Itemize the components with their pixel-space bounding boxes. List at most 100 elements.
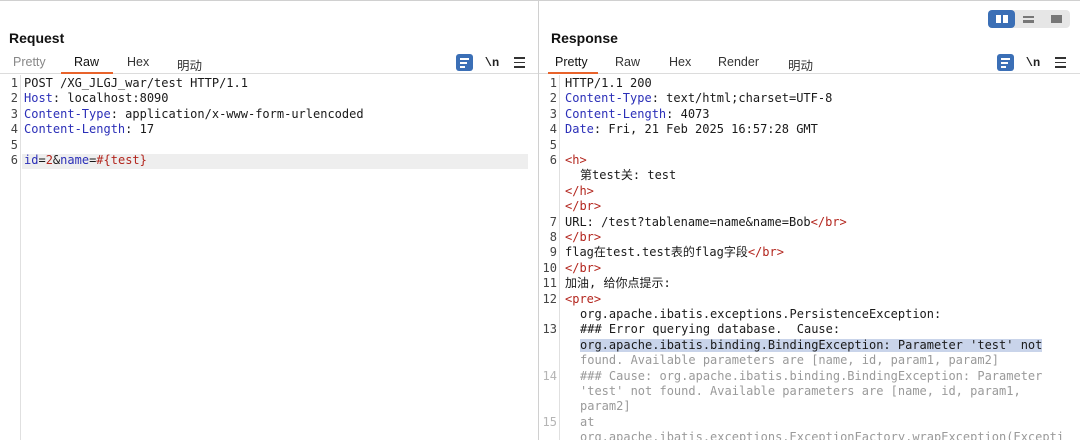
line-number: 12 bbox=[542, 291, 557, 306]
code-token: </br> bbox=[565, 230, 602, 244]
code-token: : Fri, 21 Feb 2025 16:57:28 GMT bbox=[593, 122, 818, 137]
line-number: 9 bbox=[549, 245, 557, 260]
code-line: org.apache.ibatis.exceptions.Persistence… bbox=[580, 307, 941, 322]
word-wrap-icon[interactable] bbox=[997, 54, 1014, 71]
code-token: found. Available parameters are [name, i… bbox=[580, 353, 1000, 368]
code-line: id=2&name=#{test} bbox=[24, 153, 147, 168]
line-number: 7 bbox=[549, 214, 557, 229]
active-tab-underline bbox=[548, 72, 598, 74]
code-line: </br> bbox=[565, 199, 601, 214]
code-token: flag在test.test表的flag字段 bbox=[565, 245, 748, 260]
code-line: URL: /test?tablename=name&name=Bob</br> bbox=[565, 215, 847, 230]
code-line: 'test' not found. Available parameters a… bbox=[580, 384, 1021, 399]
code-token: 加油, 给你点提示: bbox=[565, 276, 671, 291]
code-token: ### Error querying database. Cause: bbox=[580, 322, 841, 337]
request-tabbar: Pretty Raw Hex 明动 \n bbox=[0, 52, 538, 74]
code-line: org.apache.ibatis.exceptions.ExceptionFa… bbox=[580, 430, 1064, 440]
request-title: Request bbox=[9, 30, 65, 46]
active-tab-underline bbox=[61, 72, 113, 74]
code-line: flag在test.test表的flag字段</br> bbox=[565, 245, 784, 260]
code-token: Content-Type bbox=[565, 91, 652, 106]
line-number: 13 bbox=[542, 322, 557, 337]
tab-custom[interactable]: 明动 bbox=[177, 55, 202, 74]
line-number: 4 bbox=[549, 122, 557, 137]
word-wrap-icon[interactable] bbox=[456, 54, 473, 71]
code-line: found. Available parameters are [name, i… bbox=[580, 353, 999, 368]
line-number: 5 bbox=[549, 137, 557, 152]
code-token: at bbox=[580, 414, 595, 429]
code-token: param2] bbox=[580, 399, 631, 414]
code-token: HTTP/1.1 200 bbox=[565, 76, 652, 90]
code-token: : 17 bbox=[125, 122, 155, 137]
code-token: org.apache.ibatis.exceptions.Persistence… bbox=[580, 307, 942, 321]
code-token: = bbox=[38, 153, 46, 167]
response-pane: Response Pretty Raw Hex Render 明动 \n 1 HT… bbox=[539, 0, 1080, 440]
code-token: ### Cause: org.apache.ibatis.binding.Bin… bbox=[580, 368, 1043, 383]
tab-render[interactable]: Render bbox=[718, 55, 759, 69]
request-pane: Request Pretty Raw Hex 明动 \n 1 POST /XG_J… bbox=[0, 0, 538, 440]
code-line: 加油, 给你点提示: bbox=[565, 276, 671, 291]
code-token: POST /XG_JLGJ_war/test HTTP/1.1 bbox=[24, 76, 248, 90]
code-token: #{test} bbox=[96, 153, 147, 167]
line-number: 1 bbox=[10, 76, 18, 90]
code-token: <h> bbox=[565, 153, 587, 167]
tab-custom[interactable]: 明动 bbox=[788, 55, 813, 74]
code-token: 'test' not found. Available parameters a… bbox=[580, 384, 1021, 398]
line-number: 2 bbox=[549, 91, 557, 106]
code-line: Date: Fri, 21 Feb 2025 16:57:28 GMT bbox=[565, 122, 818, 137]
line-number: 8 bbox=[549, 230, 557, 244]
tab-raw[interactable]: Raw bbox=[615, 55, 640, 69]
code-token: id bbox=[24, 153, 39, 167]
line-number: 3 bbox=[10, 106, 18, 121]
code-token: </br> bbox=[810, 214, 847, 229]
code-token: : 4073 bbox=[666, 106, 710, 121]
code-token: <pre> bbox=[565, 291, 602, 306]
hamburger-menu-icon[interactable] bbox=[512, 54, 526, 71]
code-line: </br> bbox=[565, 230, 601, 245]
line-number: 15 bbox=[542, 414, 557, 429]
code-token: : text/html;charset=UTF-8 bbox=[651, 91, 833, 106]
code-line: <pre> bbox=[565, 292, 601, 307]
code-line: </h> bbox=[565, 184, 594, 199]
response-title: Response bbox=[551, 30, 618, 46]
view-layout-toggle[interactable] bbox=[988, 10, 1070, 28]
code-token: : localhost:8090 bbox=[52, 91, 169, 106]
single-view-icon[interactable] bbox=[1043, 10, 1070, 28]
line-number: 5 bbox=[10, 137, 18, 152]
newline-toggle-icon[interactable]: \n bbox=[1025, 54, 1041, 71]
code-token: name bbox=[60, 153, 90, 167]
response-editor[interactable]: 1 HTTP/1.1 200 2 Content-Type: text/html;ch… bbox=[539, 75, 1080, 440]
horizontal-view-icon[interactable] bbox=[1015, 10, 1042, 28]
code-token: Content-Length bbox=[565, 106, 667, 121]
newline-toggle-icon[interactable]: \n bbox=[484, 54, 500, 71]
line-number: 2 bbox=[10, 91, 18, 106]
code-line: Host: localhost:8090 bbox=[24, 91, 169, 106]
code-line: </br> bbox=[565, 261, 601, 276]
line-number: 14 bbox=[542, 368, 557, 383]
code-line: Content-Length: 4073 bbox=[565, 107, 710, 122]
tab-hex[interactable]: Hex bbox=[669, 55, 691, 69]
code-token: org.apache.ibatis.binding.BindingExcepti… bbox=[580, 337, 1043, 352]
code-token: </h> bbox=[565, 183, 594, 198]
tab-hex[interactable]: Hex bbox=[127, 55, 149, 69]
tab-raw[interactable]: Raw bbox=[74, 55, 99, 69]
code-token: </br> bbox=[565, 260, 602, 275]
line-number: 10 bbox=[542, 260, 557, 275]
code-line: param2] bbox=[580, 399, 631, 414]
code-line: Content-Length: 17 bbox=[24, 122, 154, 137]
line-number: 1 bbox=[549, 76, 557, 90]
tab-pretty[interactable]: Pretty bbox=[13, 55, 46, 69]
line-number: 3 bbox=[549, 106, 557, 121]
code-line: org.apache.ibatis.binding.BindingExcepti… bbox=[580, 338, 1042, 353]
split-view-icon[interactable] bbox=[988, 10, 1016, 28]
code-token: 第test关: test bbox=[580, 168, 677, 183]
code-token: Content-Type bbox=[24, 106, 111, 121]
code-line: POST /XG_JLGJ_war/test HTTP/1.1 bbox=[24, 76, 248, 91]
line-number: 6 bbox=[549, 153, 557, 167]
hamburger-menu-icon[interactable] bbox=[1053, 54, 1067, 71]
line-number: 11 bbox=[542, 276, 557, 291]
request-editor[interactable]: 1 POST /XG_JLGJ_war/test HTTP/1.1 2 Host: l… bbox=[0, 75, 538, 440]
code-token: URL: /test?tablename=name&name=Bob bbox=[565, 214, 811, 229]
tab-pretty[interactable]: Pretty bbox=[555, 55, 588, 69]
line-number: 4 bbox=[10, 122, 18, 137]
